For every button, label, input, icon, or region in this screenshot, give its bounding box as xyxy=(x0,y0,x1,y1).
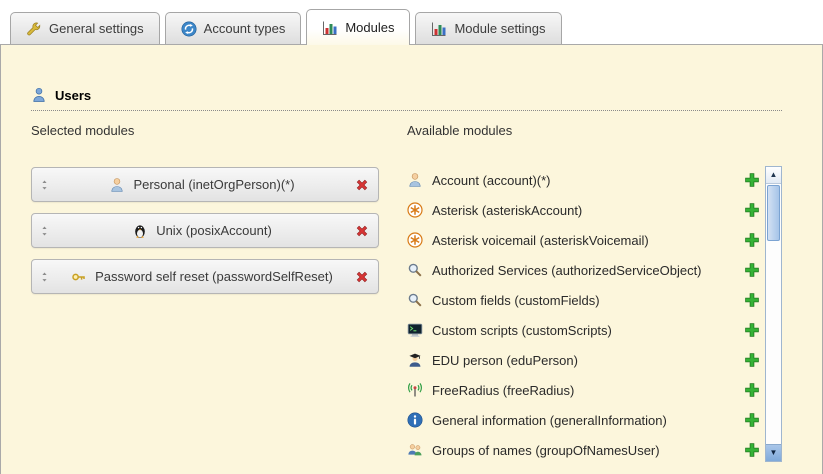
asterisk-icon xyxy=(407,202,423,218)
person-icon xyxy=(109,177,125,193)
module-label: Asterisk (asteriskAccount) xyxy=(432,203,735,218)
magnifier-icon xyxy=(407,292,423,308)
drag-handle-icon[interactable] xyxy=(39,177,50,193)
remove-module-icon[interactable] xyxy=(354,223,370,239)
add-module-icon[interactable] xyxy=(744,172,760,188)
available-modules-column: Available modules Account (account)(*) A… xyxy=(407,123,782,465)
content-panel: Users Selected modules Personal (inetOrg… xyxy=(0,44,823,474)
module-label: Custom scripts (customScripts) xyxy=(432,323,735,338)
selected-module-row: Password self reset (passwordSelfReset) xyxy=(31,259,379,294)
add-module-icon[interactable] xyxy=(744,442,760,458)
available-module-row: Custom scripts (customScripts) xyxy=(407,315,760,345)
module-label: FreeRadius (freeRadius) xyxy=(432,383,735,398)
tab-label: Account types xyxy=(204,21,286,36)
module-label: Password self reset (passwordSelfReset) xyxy=(95,269,333,284)
add-module-icon[interactable] xyxy=(744,292,760,308)
module-label: Authorized Services (authorizedServiceOb… xyxy=(432,263,735,278)
scrollbar-track[interactable] xyxy=(766,184,781,444)
selected-module-row: Unix (posixAccount) xyxy=(31,213,379,248)
available-modules-scrollbar[interactable]: ▲ ▼ xyxy=(765,166,782,462)
tab-general-settings[interactable]: General settings xyxy=(10,12,160,44)
add-module-icon[interactable] xyxy=(744,322,760,338)
modules-columns: Selected modules Personal (inetOrgPerson… xyxy=(31,123,782,465)
radius-icon xyxy=(407,382,423,398)
sync-icon xyxy=(181,21,197,37)
chart-icon xyxy=(431,21,447,37)
selected-module-row: Personal (inetOrgPerson)(*) xyxy=(31,167,379,202)
add-module-icon[interactable] xyxy=(744,202,760,218)
available-module-row: Authorized Services (authorizedServiceOb… xyxy=(407,255,760,285)
module-label: Asterisk voicemail (asteriskVoicemail) xyxy=(432,233,735,248)
add-module-icon[interactable] xyxy=(744,232,760,248)
module-label: Account (account)(*) xyxy=(432,173,735,188)
module-label: Unix (posixAccount) xyxy=(156,223,272,238)
user-icon xyxy=(31,87,47,103)
graduate-icon xyxy=(407,352,423,368)
available-module-row: General information (generalInformation) xyxy=(407,405,760,435)
remove-module-icon[interactable] xyxy=(354,177,370,193)
scroll-up-button[interactable]: ▲ xyxy=(766,167,781,184)
tab-account-types[interactable]: Account types xyxy=(165,12,302,44)
available-modules-heading: Available modules xyxy=(407,123,782,138)
person-icon xyxy=(407,172,423,188)
tab-bar: General settings Account types Modules M… xyxy=(10,8,562,44)
selected-modules-list: Personal (inetOrgPerson)(*) Unix (posixA… xyxy=(31,167,379,294)
tab-label: Module settings xyxy=(454,21,545,36)
available-module-row: FreeRadius (freeRadius) xyxy=(407,375,760,405)
info-icon xyxy=(407,412,423,428)
penguin-icon xyxy=(132,223,148,239)
drag-handle-icon[interactable] xyxy=(39,223,50,239)
tab-label: Modules xyxy=(345,20,394,35)
tab-module-settings[interactable]: Module settings xyxy=(415,12,561,44)
available-module-row: Asterisk (asteriskAccount) xyxy=(407,195,760,225)
scroll-down-button[interactable]: ▼ xyxy=(766,444,781,461)
tab-label: General settings xyxy=(49,21,144,36)
remove-module-icon[interactable] xyxy=(354,269,370,285)
asterisk-icon xyxy=(407,232,423,248)
module-label: EDU person (eduPerson) xyxy=(432,353,735,368)
module-label: Custom fields (customFields) xyxy=(432,293,735,308)
add-module-icon[interactable] xyxy=(744,382,760,398)
module-label: Personal (inetOrgPerson)(*) xyxy=(133,177,294,192)
selected-modules-column: Selected modules Personal (inetOrgPerson… xyxy=(31,123,379,465)
scrollbar-thumb[interactable] xyxy=(767,185,780,241)
scroll-up-icon: ▲ xyxy=(770,171,778,179)
add-module-icon[interactable] xyxy=(744,262,760,278)
available-module-row: Account (account)(*) xyxy=(407,165,760,195)
module-label: Groups of names (groupOfNamesUser) xyxy=(432,443,735,458)
scroll-down-icon: ▼ xyxy=(770,449,778,457)
key-icon xyxy=(71,269,87,285)
section-header: Users xyxy=(31,87,782,111)
magnifier-icon xyxy=(407,262,423,278)
chart-icon xyxy=(322,20,338,36)
section-title: Users xyxy=(55,88,91,103)
group-icon xyxy=(407,442,423,458)
selected-modules-heading: Selected modules xyxy=(31,123,379,138)
terminal-icon xyxy=(407,322,423,338)
add-module-icon[interactable] xyxy=(744,352,760,368)
wrench-icon xyxy=(26,21,42,37)
available-module-row: Asterisk voicemail (asteriskVoicemail) xyxy=(407,225,760,255)
available-module-row: Groups of names (groupOfNamesUser) xyxy=(407,435,760,465)
drag-handle-icon[interactable] xyxy=(39,269,50,285)
add-module-icon[interactable] xyxy=(744,412,760,428)
module-label: General information (generalInformation) xyxy=(432,413,735,428)
available-module-row: EDU person (eduPerson) xyxy=(407,345,760,375)
tab-modules[interactable]: Modules xyxy=(306,9,410,45)
available-module-row: Custom fields (customFields) xyxy=(407,285,760,315)
available-modules-list: Account (account)(*) Asterisk (asteriskA… xyxy=(407,165,782,465)
